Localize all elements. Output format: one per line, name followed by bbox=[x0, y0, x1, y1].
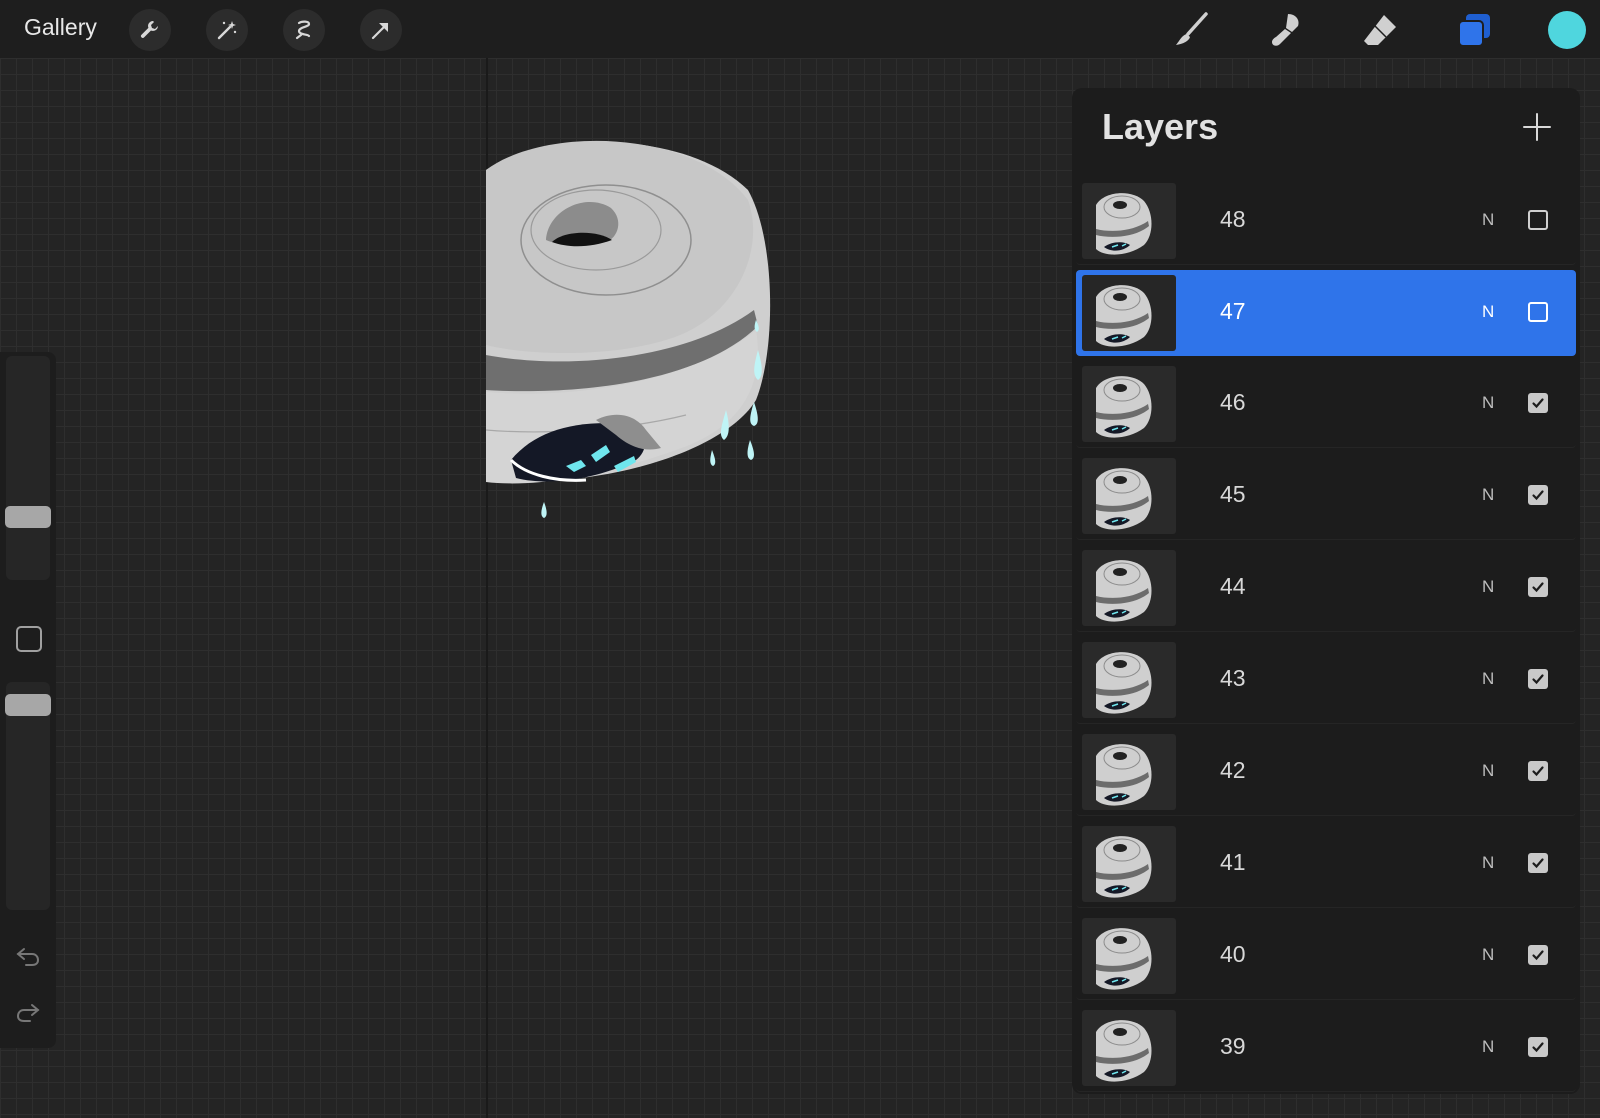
layer-visibility-checkbox[interactable] bbox=[1528, 1037, 1548, 1057]
brush-size-thumb[interactable] bbox=[5, 506, 51, 528]
checkmark-icon bbox=[1532, 950, 1544, 961]
layer-name: 41 bbox=[1220, 849, 1246, 875]
layer-thumbnail bbox=[1082, 366, 1176, 442]
redo-icon[interactable] bbox=[14, 1000, 42, 1024]
layer-thumbnail bbox=[1082, 918, 1176, 994]
brush-button[interactable] bbox=[1170, 8, 1214, 52]
left-sidebar bbox=[0, 352, 56, 1048]
layer-name: 39 bbox=[1220, 1033, 1246, 1059]
layers-icon bbox=[1458, 14, 1490, 47]
layer-thumbnail bbox=[1082, 275, 1176, 351]
blend-mode-button[interactable]: N bbox=[1482, 1037, 1494, 1057]
modify-button[interactable] bbox=[16, 626, 42, 652]
checkmark-icon bbox=[1532, 858, 1544, 869]
checkmark-icon bbox=[1532, 766, 1544, 777]
blend-mode-button[interactable]: N bbox=[1482, 945, 1494, 965]
blend-mode-button[interactable]: N bbox=[1482, 853, 1494, 873]
gallery-button[interactable]: Gallery bbox=[24, 14, 97, 41]
layer-visibility-checkbox[interactable] bbox=[1528, 302, 1548, 322]
blend-mode-button[interactable]: N bbox=[1482, 577, 1494, 597]
blend-mode-button[interactable]: N bbox=[1482, 485, 1494, 505]
layer-thumbnail bbox=[1082, 734, 1176, 810]
layer-row[interactable]: 40 N bbox=[1076, 913, 1576, 1000]
layer-thumbnail bbox=[1082, 826, 1176, 902]
layer-name: 46 bbox=[1220, 389, 1246, 415]
adjustments-button[interactable] bbox=[206, 9, 248, 51]
layer-visibility-checkbox[interactable] bbox=[1528, 761, 1548, 781]
selection-icon bbox=[295, 20, 311, 40]
top-toolbar: Gallery bbox=[0, 0, 1600, 58]
layer-row[interactable]: 41 N bbox=[1076, 821, 1576, 908]
layer-row[interactable]: 39 N bbox=[1076, 1005, 1576, 1092]
layer-name: 42 bbox=[1220, 757, 1246, 783]
eraser-icon bbox=[1364, 15, 1396, 45]
layer-visibility-checkbox[interactable] bbox=[1528, 393, 1548, 413]
layer-name: 44 bbox=[1220, 573, 1246, 599]
layer-name: 45 bbox=[1220, 481, 1246, 507]
blend-mode-button[interactable]: N bbox=[1482, 302, 1494, 322]
layer-row[interactable]: 43 N bbox=[1076, 637, 1576, 724]
layer-visibility-checkbox[interactable] bbox=[1528, 577, 1548, 597]
layer-thumbnail bbox=[1082, 550, 1176, 626]
layer-list: 48 N 47 N 46 N 45 N 44 N 43 N 42 N 41 N 40 N 39 N bbox=[1076, 178, 1576, 1097]
color-picker-swatch[interactable] bbox=[1548, 11, 1586, 49]
checkmark-icon bbox=[1532, 582, 1544, 593]
eraser-button[interactable] bbox=[1358, 8, 1402, 52]
layer-row[interactable]: 46 N bbox=[1076, 361, 1576, 448]
checkmark-icon bbox=[1532, 674, 1544, 685]
layer-name: 40 bbox=[1220, 941, 1246, 967]
layers-button[interactable] bbox=[1452, 8, 1496, 52]
layer-row[interactable]: 44 N bbox=[1076, 545, 1576, 632]
artwork-donut bbox=[486, 140, 771, 518]
smudge-icon bbox=[1272, 14, 1299, 46]
add-layer-icon[interactable] bbox=[1520, 110, 1554, 144]
layer-row[interactable]: 42 N bbox=[1076, 729, 1576, 816]
layer-visibility-checkbox[interactable] bbox=[1528, 853, 1548, 873]
blend-mode-button[interactable]: N bbox=[1482, 393, 1494, 413]
layers-title: Layers bbox=[1102, 106, 1219, 147]
layer-name: 47 bbox=[1220, 298, 1246, 324]
opacity-slider[interactable] bbox=[6, 682, 50, 910]
layer-row[interactable]: 47 N bbox=[1076, 270, 1576, 356]
layer-visibility-checkbox[interactable] bbox=[1528, 669, 1548, 689]
checkmark-icon bbox=[1532, 490, 1544, 501]
selection-button[interactable] bbox=[283, 9, 325, 51]
transform-button[interactable] bbox=[360, 9, 402, 51]
layer-visibility-checkbox[interactable] bbox=[1528, 945, 1548, 965]
layer-row[interactable]: 48 N bbox=[1076, 178, 1576, 265]
layer-thumbnail bbox=[1082, 458, 1176, 534]
layers-panel: Layers 48 N 47 N 46 N 45 N 44 N 43 N 42 N 41 N 40 N 39 N bbox=[1072, 88, 1580, 1094]
layer-thumbnail bbox=[1082, 642, 1176, 718]
transform-arrow-icon bbox=[371, 22, 389, 40]
layer-thumbnail bbox=[1082, 1010, 1176, 1086]
blend-mode-button[interactable]: N bbox=[1482, 761, 1494, 781]
magic-wand-icon bbox=[217, 21, 237, 40]
layer-thumbnail bbox=[1082, 183, 1176, 259]
wrench-icon bbox=[140, 21, 158, 38]
layer-visibility-checkbox[interactable] bbox=[1528, 485, 1548, 505]
brush-icon bbox=[1176, 12, 1208, 45]
layer-row[interactable]: 45 N bbox=[1076, 453, 1576, 540]
actions-button[interactable] bbox=[129, 9, 171, 51]
layer-name: 43 bbox=[1220, 665, 1246, 691]
smudge-button[interactable] bbox=[1264, 8, 1308, 52]
checkmark-icon bbox=[1532, 1042, 1544, 1053]
blend-mode-button[interactable]: N bbox=[1482, 669, 1494, 689]
undo-icon[interactable] bbox=[14, 944, 42, 968]
checkmark-icon bbox=[1532, 398, 1544, 409]
blend-mode-button[interactable]: N bbox=[1482, 210, 1494, 230]
opacity-thumb[interactable] bbox=[5, 694, 51, 716]
brush-size-slider[interactable] bbox=[6, 356, 50, 580]
layer-name: 48 bbox=[1220, 206, 1246, 232]
layer-visibility-checkbox[interactable] bbox=[1528, 210, 1548, 230]
